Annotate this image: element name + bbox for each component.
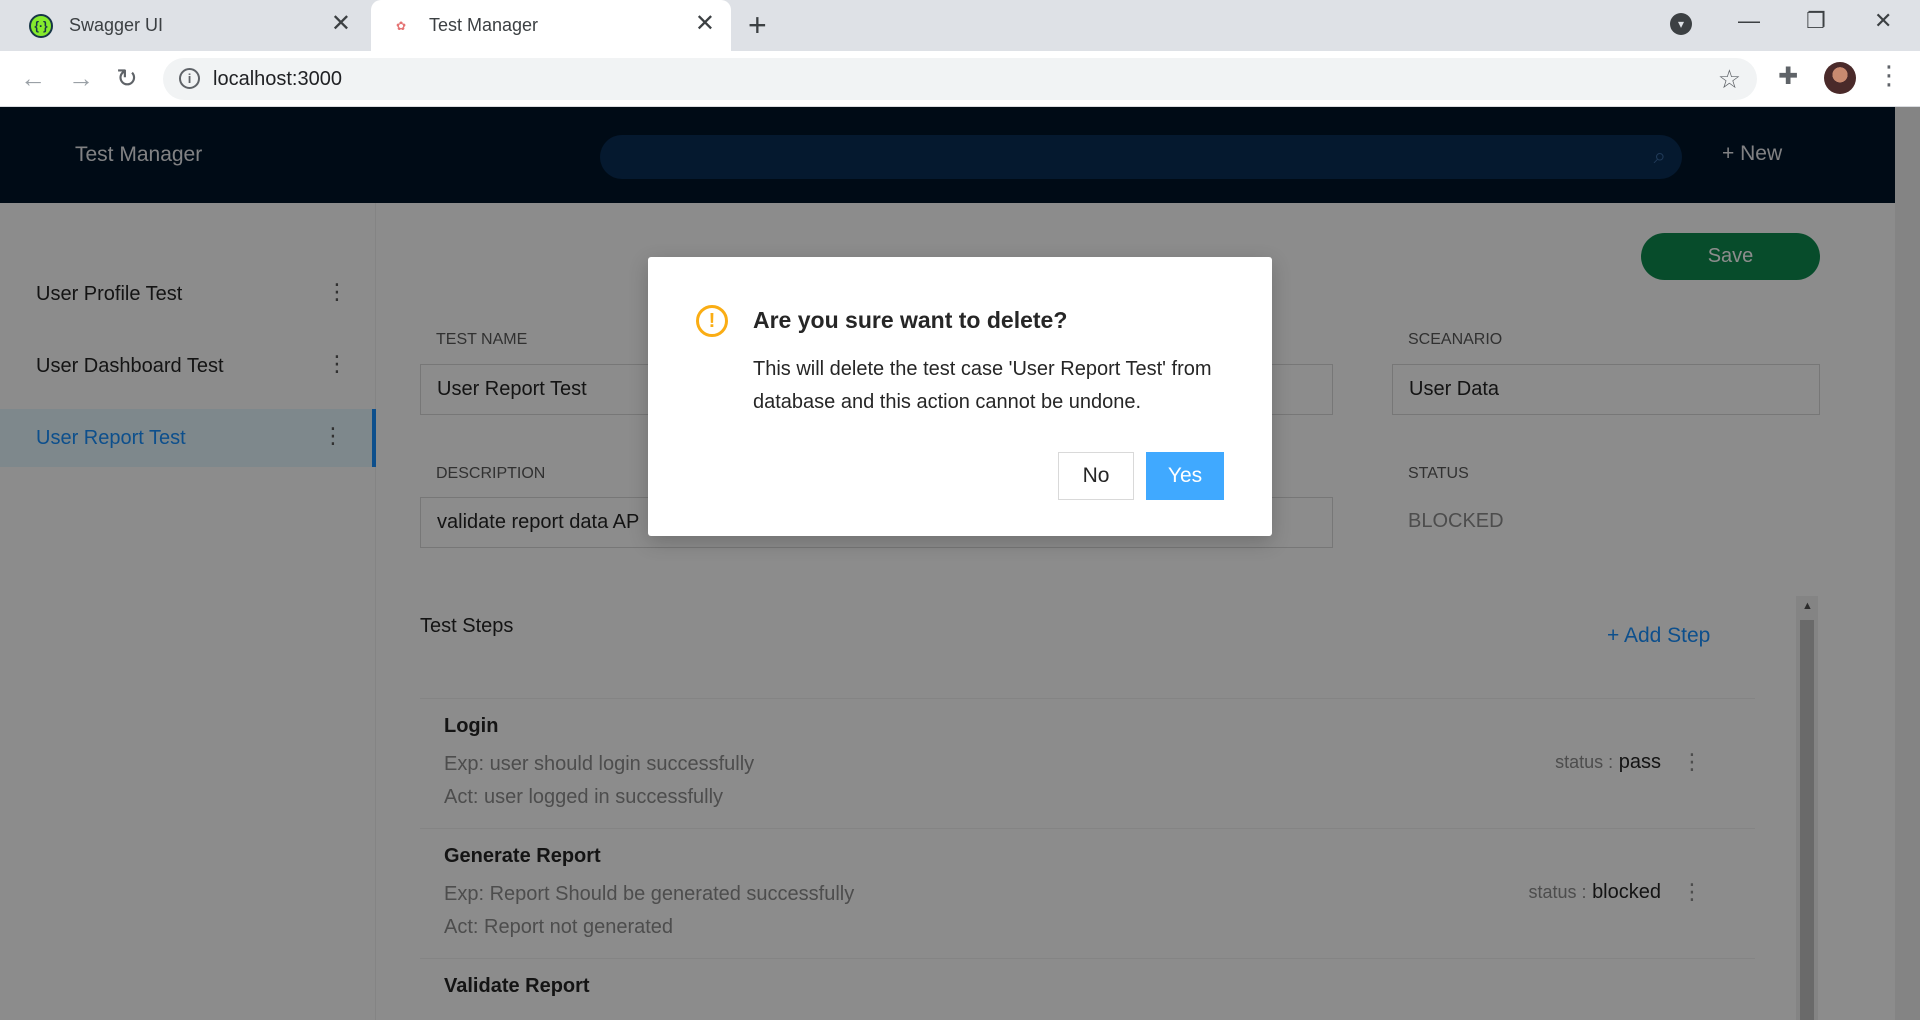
back-icon[interactable]: ← (20, 61, 46, 95)
octopus-icon: ✿ (395, 18, 407, 33)
bookmark-star-icon[interactable]: ☆ (1718, 64, 1741, 95)
delete-confirm-dialog: ! Are you sure want to delete? This will… (648, 257, 1272, 536)
close-tab-icon[interactable]: ✕ (695, 12, 715, 36)
dialog-body: This will delete the test case 'User Rep… (753, 358, 1212, 413)
address-bar: ← → ↻ i localhost:3000 ☆ (0, 51, 1920, 107)
close-tab-icon[interactable]: ✕ (331, 12, 351, 36)
dialog-title: Are you sure want to delete? (753, 307, 1068, 333)
restore-icon[interactable]: ❐ (1806, 8, 1826, 34)
tab-label: Test Manager (429, 15, 539, 35)
browser-tab-strip: {·} Swagger UI ✕ ✿ Test Manager ✕ + ▾ — … (0, 0, 1920, 51)
browser-tab-swagger[interactable]: {·} Swagger UI ✕ (0, 0, 367, 51)
minimize-icon[interactable]: — (1738, 8, 1760, 34)
swagger-icon: {·} (29, 13, 53, 38)
site-info-icon[interactable]: i (179, 68, 200, 89)
url-text: localhost:3000 (213, 68, 342, 90)
browser-menu-icon[interactable]: ⋮ (1876, 60, 1902, 91)
browser-tab-test-manager[interactable]: ✿ Test Manager ✕ (371, 0, 731, 51)
yes-button[interactable]: Yes (1146, 452, 1224, 500)
new-tab-icon[interactable]: + (748, 8, 767, 42)
extensions-icon[interactable]: ✚ (1778, 62, 1798, 91)
tab-label: Swagger UI (69, 15, 164, 35)
warning-icon: ! (696, 305, 728, 337)
reload-icon[interactable]: ↻ (116, 61, 138, 95)
forward-icon[interactable]: → (68, 61, 94, 95)
url-field[interactable]: i localhost:3000 ☆ (163, 58, 1757, 100)
no-button[interactable]: No (1058, 452, 1134, 500)
avatar[interactable] (1824, 62, 1856, 94)
modal-mask[interactable] (0, 107, 1920, 1020)
close-window-icon[interactable]: ✕ (1874, 8, 1892, 34)
tab-search-icon[interactable]: ▾ (1670, 13, 1692, 35)
